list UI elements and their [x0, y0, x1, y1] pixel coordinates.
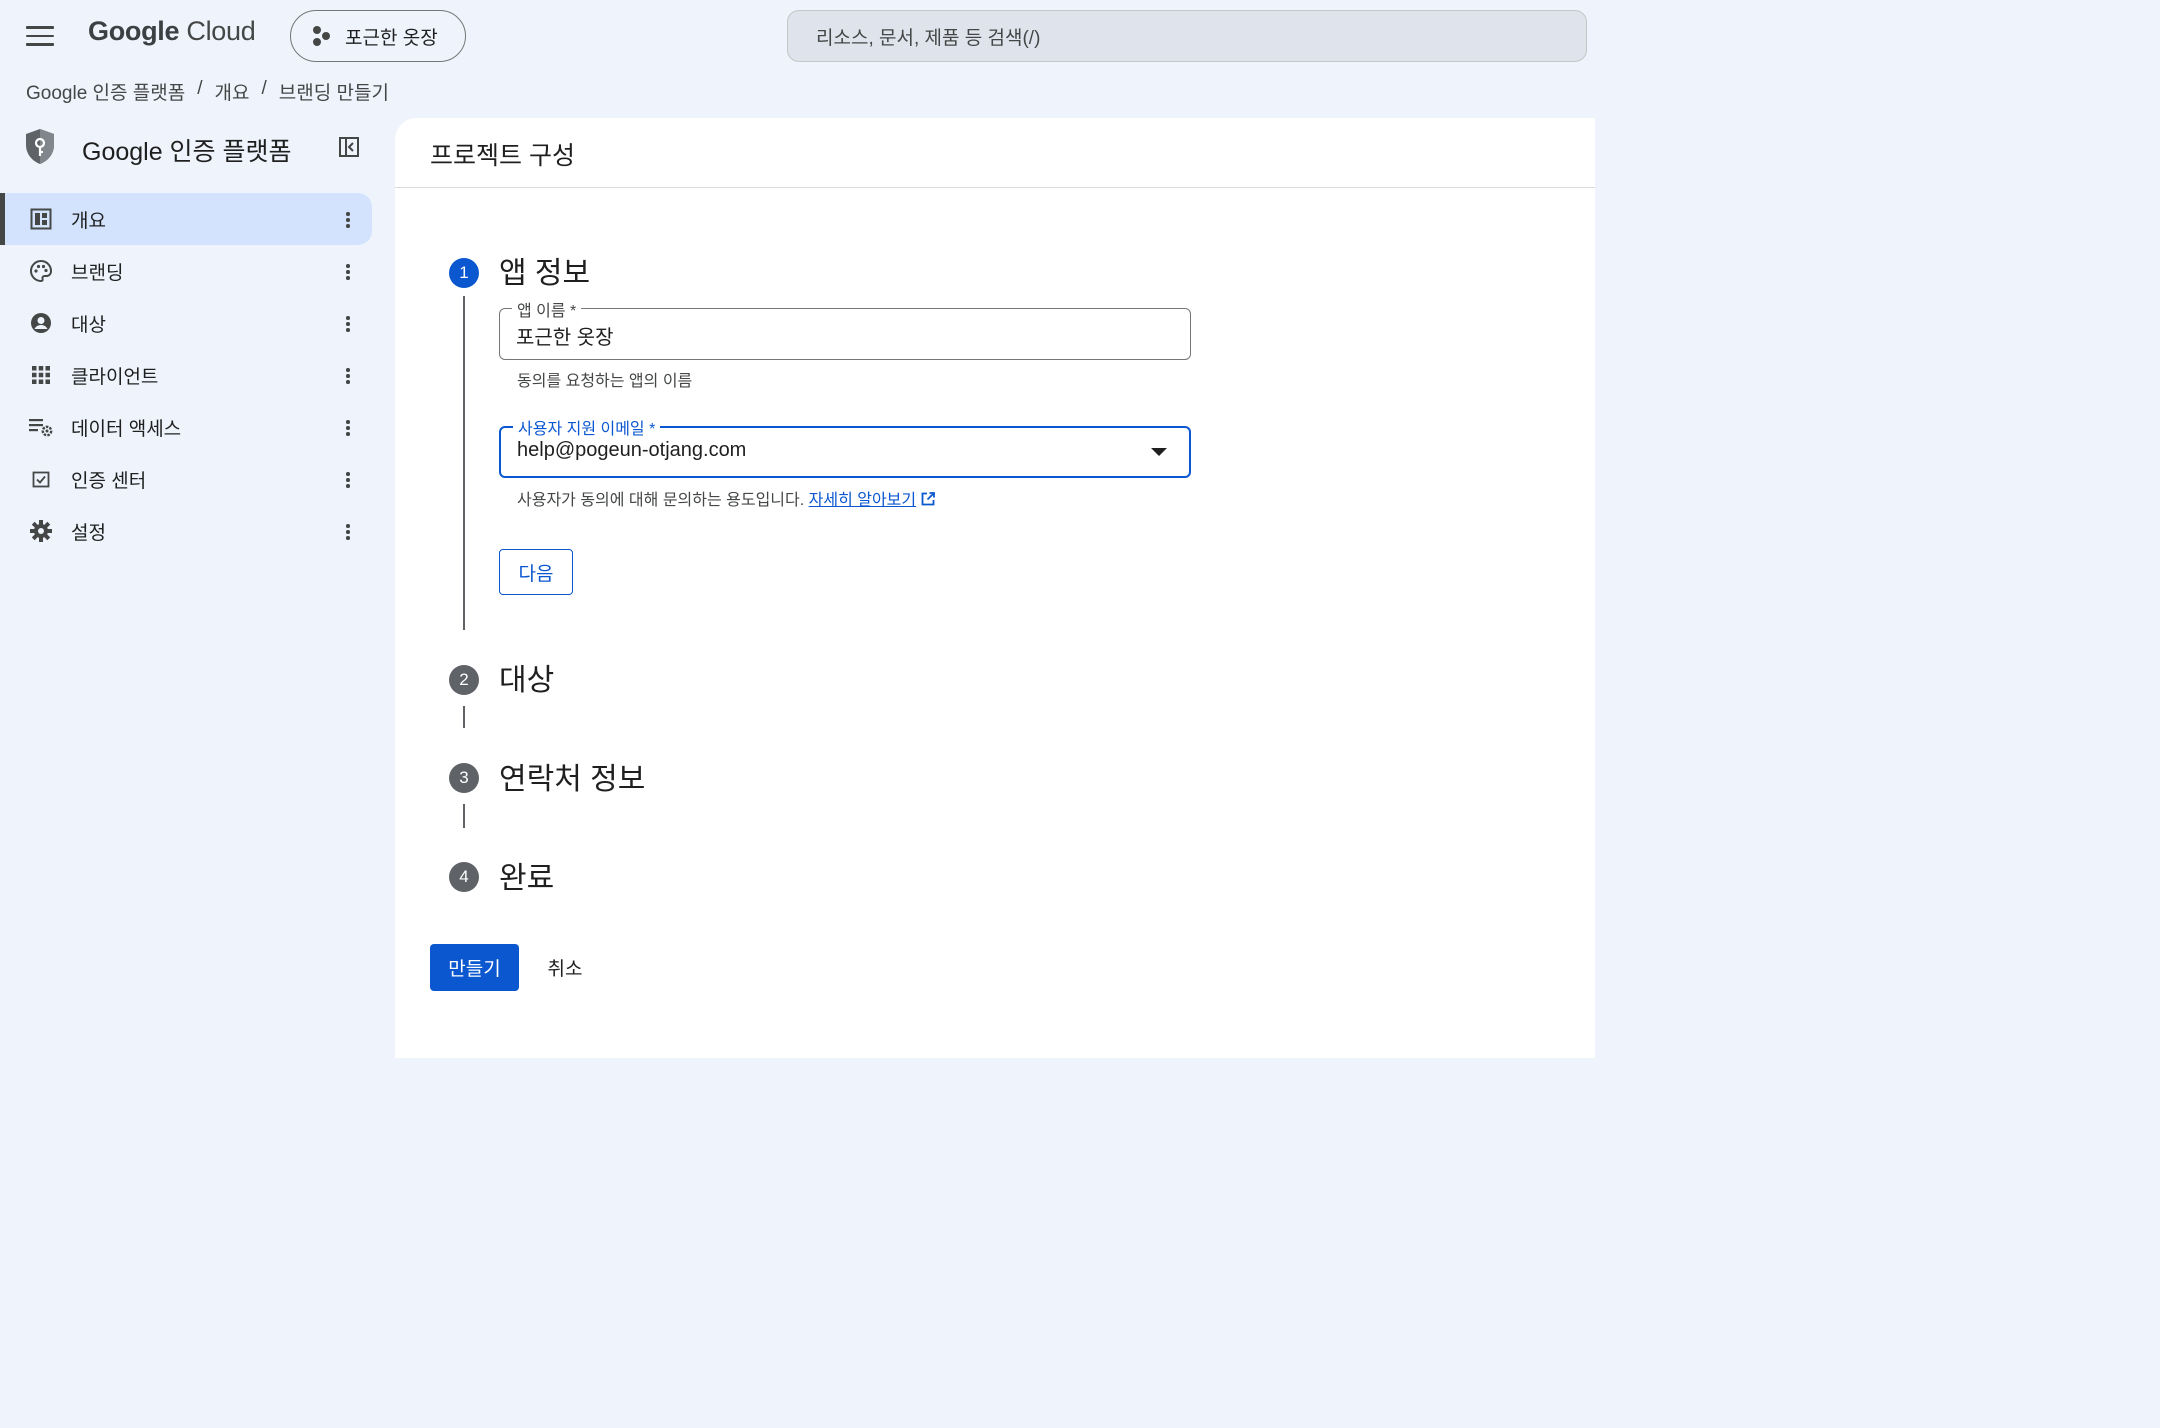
sidebar-nav: 개요 브랜딩 대상 클라이언트 데이터 액세스 인증 센터 설정 — [0, 193, 372, 557]
learn-more-link[interactable]: 자세히 알아보기 — [809, 492, 917, 509]
step-2-indicator: 2 — [449, 665, 479, 695]
sidebar-item-data-access[interactable]: 데이터 액세스 — [0, 401, 372, 453]
support-email-helper: 사용자가 동의에 대해 문의하는 용도입니다. 자세히 알아보기 — [517, 486, 936, 510]
app-name-value: 포근한 옷장 — [516, 327, 614, 349]
step-4-title[interactable]: 완료 — [499, 853, 554, 897]
dropdown-arrow-icon[interactable] — [1151, 448, 1167, 456]
sidebar-header: Google 인증 플랫폼 — [24, 126, 370, 170]
step-1-title[interactable]: 앱 정보 — [499, 248, 590, 292]
sidebar-item-label: 대상 — [71, 314, 106, 336]
sidebar-item-overview[interactable]: 개요 — [0, 193, 372, 245]
sidebar-item-audience[interactable]: 대상 — [0, 297, 372, 349]
breadcrumb-separator: / — [261, 78, 267, 99]
sidebar-item-label: 인증 센터 — [71, 470, 147, 492]
app-name-label: 앱 이름 * — [512, 297, 582, 321]
more-vert-icon[interactable] — [342, 521, 354, 543]
main-panel: 프로젝트 구성 1 앱 정보 앱 이름 * 포근한 옷장 동의를 요청하는 앱의… — [395, 118, 1595, 1058]
open-in-new-icon[interactable] — [920, 491, 936, 507]
support-email-value: help@pogeun-otjang.com — [517, 439, 747, 461]
menu-icon-bar — [26, 34, 54, 38]
breadcrumb-item[interactable]: Google 인증 플랫폼 — [26, 78, 185, 105]
sidebar-item-label: 개요 — [71, 210, 106, 232]
account-circle-icon — [28, 310, 54, 336]
next-button[interactable]: 다음 — [499, 549, 573, 595]
breadcrumb-item-current: 브랜딩 만들기 — [278, 83, 389, 104]
app-name-field[interactable]: 앱 이름 * 포근한 옷장 — [499, 297, 1191, 360]
more-vert-icon[interactable] — [342, 417, 354, 439]
breadcrumb-item[interactable]: 개요 — [215, 78, 250, 105]
sidebar-item-branding[interactable]: 브랜딩 — [0, 245, 372, 297]
palette-icon — [28, 258, 54, 284]
breadcrumb-separator: / — [197, 78, 203, 99]
support-email-select[interactable]: 사용자 지원 이메일 * help@pogeun-otjang.com — [499, 415, 1191, 478]
sidebar-item-label: 데이터 액세스 — [71, 418, 182, 440]
menu-icon-bar — [26, 26, 54, 29]
more-vert-icon[interactable] — [342, 365, 354, 387]
verified-checkbox-icon — [28, 466, 54, 492]
search-placeholder: 리소스, 문서, 제품 등 검색(/) — [816, 27, 1041, 49]
sidebar-title: Google 인증 플랫폼 — [82, 138, 292, 166]
cancel-button[interactable]: 취소 — [535, 944, 595, 991]
create-button[interactable]: 만들기 — [430, 944, 519, 991]
sidebar-item-verification-center[interactable]: 인증 센터 — [0, 453, 372, 505]
sidebar-item-label: 설정 — [71, 522, 106, 544]
step-4-indicator: 4 — [449, 862, 479, 892]
gear-icon — [28, 518, 54, 544]
support-email-label: 사용자 지원 이메일 * — [513, 415, 661, 439]
sidebar-item-clients[interactable]: 클라이언트 — [0, 349, 372, 401]
step-3-indicator: 3 — [449, 763, 479, 793]
breadcrumb: Google 인증 플랫폼 / 개요 / 브랜딩 만들기 — [26, 78, 389, 105]
dashboard-icon — [28, 206, 54, 232]
app-name-helper: 동의를 요청하는 앱의 이름 — [517, 373, 693, 390]
menu-icon-bar — [26, 43, 54, 46]
step-connector — [463, 706, 465, 728]
header-divider — [395, 187, 1595, 188]
project-hexagon-icon — [313, 26, 330, 46]
more-vert-icon[interactable] — [342, 469, 354, 491]
sidebar-item-settings[interactable]: 설정 — [0, 505, 372, 557]
search-input[interactable]: 리소스, 문서, 제품 등 검색(/) — [787, 10, 1587, 62]
main-menu-button[interactable] — [22, 22, 58, 50]
step-connector — [463, 296, 465, 630]
sidebar-item-label: 클라이언트 — [71, 366, 159, 388]
sidebar-item-label: 브랜딩 — [71, 262, 124, 284]
support-email-helper-text: 사용자가 동의에 대해 문의하는 용도입니다. — [517, 492, 805, 509]
collapse-sidebar-icon[interactable] — [338, 136, 360, 158]
data-settings-icon — [28, 414, 54, 440]
google-cloud-logo[interactable]: Google Cloud — [88, 16, 256, 47]
step-connector — [463, 804, 465, 828]
more-vert-icon[interactable] — [342, 313, 354, 335]
more-vert-icon[interactable] — [342, 209, 354, 231]
more-vert-icon[interactable] — [342, 261, 354, 283]
logo-cloud-text: Cloud — [186, 16, 256, 46]
page-title: 프로젝트 구성 — [430, 142, 575, 170]
logo-google-text: Google — [88, 16, 180, 46]
step-2-title[interactable]: 대상 — [499, 655, 554, 699]
apps-grid-icon — [28, 362, 54, 388]
project-name: 포근한 옷장 — [345, 27, 438, 49]
step-3-title[interactable]: 연락처 정보 — [499, 754, 645, 798]
step-1-indicator: 1 — [449, 258, 479, 288]
shield-key-icon — [26, 129, 54, 164]
project-picker-button[interactable]: 포근한 옷장 — [290, 10, 466, 62]
